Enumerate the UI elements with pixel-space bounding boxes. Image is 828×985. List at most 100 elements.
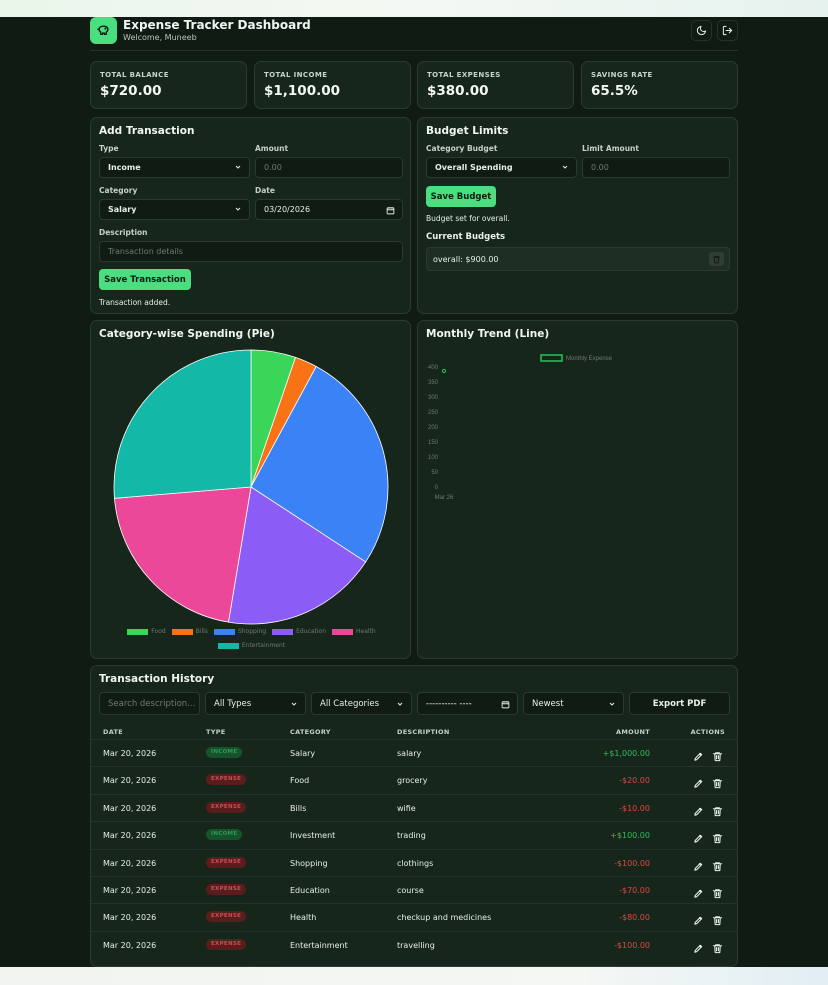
sort-select[interactable]: Newest [523,692,624,715]
type-filter-select[interactable]: All Types [205,692,306,715]
type-badge: EXPENSE [206,938,247,950]
budget-item: overall: $900.00 [426,247,730,271]
pencil-icon [693,884,704,903]
y-tick-label: 150 [428,440,439,446]
edit-button[interactable] [693,911,705,926]
description-label: Description [99,228,148,237]
delete-button[interactable] [712,939,724,953]
panel-title: Transaction History [99,673,215,685]
stat-card-expenses: TOTAL EXPENSES $380.00 [417,61,574,109]
delete-button[interactable] [712,802,724,816]
edit-button[interactable] [693,939,705,953]
type-badge: EXPENSE [206,911,247,923]
cell-date: Mar 20, 2026 [103,749,157,758]
stat-label: SAVINGS RATE [591,71,653,79]
cell-category: Food [290,776,310,786]
edit-button[interactable] [693,829,705,843]
cell-amount: -$70.00 [619,886,650,895]
calendar-icon [386,207,395,215]
cell-description: wifie [397,803,416,813]
page-footer-band [0,967,828,985]
limit-amount-input[interactable]: 0.00 [582,157,730,178]
edit-button[interactable] [693,774,705,789]
edit-button[interactable] [693,802,705,816]
edit-button[interactable] [693,747,705,761]
table-row: Mar 20, 2026 INCOME Investment trading +$100… [91,821,737,849]
category-budget-label: Category Budget [426,144,498,153]
pie-chart-panel: Category-wise Spending (Pie) Food Bills Sh… [90,320,411,659]
delete-button[interactable] [712,829,724,844]
category-value: Salary [108,205,137,214]
type-select[interactable]: Income [99,157,250,178]
y-tick-label: 200 [428,425,439,431]
description-input[interactable]: Transaction details [99,241,403,262]
budget-message: Budget set for overall. [426,214,510,223]
cell-amount: -$10.00 [619,803,650,813]
amount-input[interactable]: 0.00 [255,157,403,178]
stat-card-savings: SAVINGS RATE 65.5% [581,61,738,109]
chevron-down-icon [397,702,403,706]
type-badge: EXPENSE [206,801,247,813]
pie-legend: Food Bills Shopping Education Health Entertai… [111,624,392,652]
type-label: Type [99,144,119,153]
delete-button[interactable] [712,857,724,871]
delete-button[interactable] [712,747,724,762]
search-placeholder: Search description... [108,698,196,709]
chevron-down-icon [235,165,241,169]
legend-label: Food [151,628,166,635]
app-shell: Expense Tracker Dashboard Welcome, Munee… [0,17,828,967]
legend-item[interactable]: Food [127,626,166,638]
table-row: Mar 20, 2026 EXPENSE Shopping clothings -$10… [91,848,737,877]
legend-item[interactable]: Bills [171,626,208,638]
stat-value: 65.5% [591,83,638,99]
stat-card-income: TOTAL INCOME $1,100.00 [254,61,411,109]
category-select[interactable]: Salary [99,199,250,220]
type-badge: EXPENSE [206,774,247,786]
type-badge: INCOME [206,747,243,758]
budget-panel: Budget Limits Category Budget Overall Sp… [417,117,738,314]
date-input[interactable]: 03/20/2026 [255,199,403,220]
cell-amount: -$100.00 [614,858,650,868]
category-filter-value: All Categories [320,698,380,709]
transaction-history-panel: Transaction History Search description..… [90,665,738,967]
delete-button[interactable] [712,774,724,789]
amount-label: Amount [255,144,289,153]
y-tick-label: 250 [428,410,439,416]
pencil-icon [693,857,704,876]
logout-button[interactable] [717,20,738,41]
legend-item[interactable]: Entertainment [217,640,285,652]
save-transaction-button[interactable]: Save Transaction [99,269,191,290]
trash-icon [712,884,723,903]
search-input[interactable]: Search description... [99,692,200,715]
budget-item-text: overall: $900.00 [433,254,499,264]
legend-item[interactable]: Health [332,626,376,638]
chevron-down-icon [609,702,615,706]
category-filter-select[interactable]: All Categories [311,692,412,715]
pie-chart [113,349,389,625]
y-tick-label: 350 [428,380,439,386]
cell-amount: -$100.00 [614,940,650,950]
col-header-type: TYPE [206,728,226,736]
table-row: Mar 20, 2026 EXPENSE Food grocery -$20.00 [91,766,737,794]
line-chart-panel: Monthly Trend (Line) 400 350 300 250 200 150 1… [417,320,738,659]
pie-slice-entertainment [113,349,252,499]
export-pdf-button[interactable]: Export PDF [629,692,730,715]
legend-item[interactable]: Education [272,626,326,638]
edit-button[interactable] [693,857,705,871]
table-row: Mar 20, 2026 INCOME Salary salary +$1,000.00 [91,739,737,767]
stat-card-balance: TOTAL BALANCE $720.00 [90,61,247,109]
save-budget-button[interactable]: Save Budget [426,186,496,207]
moon-icon [696,25,707,36]
legend-item[interactable]: Shopping [213,626,266,638]
col-header-description: DESCRIPTION [397,728,450,736]
trash-icon [712,857,723,876]
delete-budget-button[interactable] [709,252,724,266]
date-filter-input[interactable]: ---------- ---- [417,692,518,715]
delete-button[interactable] [712,911,724,926]
limit-amount-label: Limit Amount [582,144,639,153]
budget-category-select[interactable]: Overall Spending [426,157,577,178]
delete-button[interactable] [712,884,724,899]
edit-button[interactable] [693,884,705,898]
cell-category: Health [290,913,317,923]
theme-toggle-button[interactable] [691,20,712,41]
